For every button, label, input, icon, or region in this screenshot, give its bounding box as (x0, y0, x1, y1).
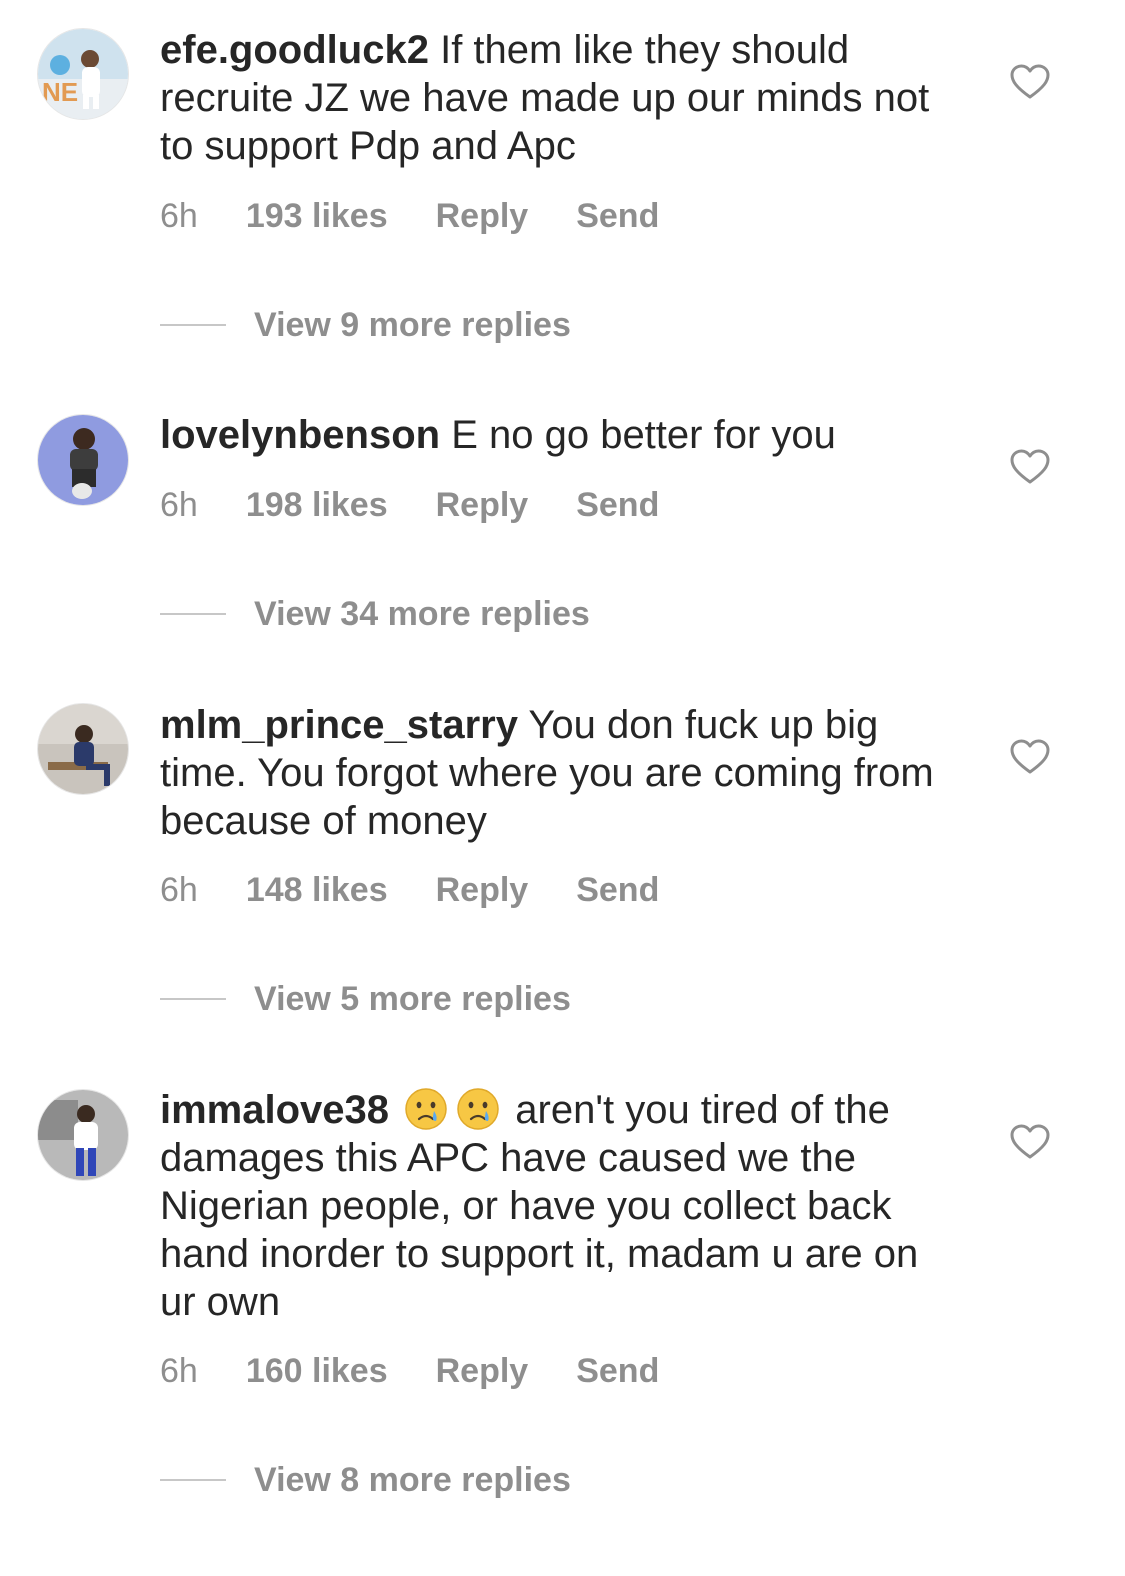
send-button[interactable]: Send (576, 1352, 659, 1390)
comment-username[interactable]: lovelynbenson (160, 413, 440, 457)
send-button[interactable]: Send (576, 197, 659, 235)
crying-face-icon (457, 1088, 499, 1130)
comment-meta: 6h 160 likes Reply Send (160, 1351, 707, 1391)
comment-meta: 6h 198 likes Reply Send (160, 485, 707, 525)
crying-face-icon (405, 1088, 447, 1130)
avatar-image (38, 415, 128, 505)
replies-divider-line (160, 324, 226, 326)
reply-button[interactable]: Reply (436, 1352, 529, 1390)
comment-time: 6h (160, 486, 198, 524)
send-button[interactable]: Send (576, 871, 659, 909)
view-replies-button[interactable]: View 9 more replies (160, 305, 571, 345)
comment-time: 6h (160, 871, 198, 909)
replies-divider-line (160, 1479, 226, 1481)
comment-text: efe.goodluck2 If them like they should r… (160, 26, 950, 170)
comment-time: 6h (160, 197, 198, 235)
view-replies-label: View 9 more replies (254, 306, 571, 344)
reply-button[interactable]: Reply (436, 486, 529, 524)
comment-body: E no go better for you (451, 413, 836, 457)
comment-likes[interactable]: 148 likes (246, 871, 388, 909)
replies-divider-line (160, 613, 226, 615)
avatar-image (38, 704, 128, 794)
comment-username[interactable]: immalove38 (160, 1088, 389, 1132)
avatar[interactable] (37, 414, 129, 506)
reply-button[interactable]: Reply (436, 871, 529, 909)
svg-text:NE: NE (42, 77, 78, 107)
replies-divider-line (160, 998, 226, 1000)
like-heart-icon[interactable] (1010, 739, 1050, 775)
avatar[interactable] (37, 1089, 129, 1181)
avatar-image: NE (38, 29, 128, 119)
send-button[interactable]: Send (576, 486, 659, 524)
avatar-image (38, 1090, 128, 1180)
comment-text: immalove38 aren't you tired of the damag… (160, 1086, 950, 1326)
comment-likes[interactable]: 193 likes (246, 197, 388, 235)
avatar[interactable]: NE (37, 28, 129, 120)
like-heart-icon[interactable] (1010, 449, 1050, 485)
avatar[interactable] (37, 703, 129, 795)
comment-username[interactable]: mlm_prince_starry (160, 703, 518, 747)
comment-meta: 6h 193 likes Reply Send (160, 196, 707, 236)
comment-username[interactable]: efe.goodluck2 (160, 28, 429, 72)
comment-meta: 6h 148 likes Reply Send (160, 870, 707, 910)
view-replies-button[interactable]: View 34 more replies (160, 594, 590, 634)
view-replies-label: View 5 more replies (254, 980, 571, 1018)
comment-text: mlm_prince_starry You don fuck up big ti… (160, 701, 950, 845)
like-heart-icon[interactable] (1010, 1124, 1050, 1160)
view-replies-button[interactable]: View 5 more replies (160, 979, 571, 1019)
comment-time: 6h (160, 1352, 198, 1390)
like-heart-icon[interactable] (1010, 64, 1050, 100)
reply-button[interactable]: Reply (436, 197, 529, 235)
comment-text: lovelynbenson E no go better for you (160, 411, 950, 459)
comment-likes[interactable]: 198 likes (246, 486, 388, 524)
comment-likes[interactable]: 160 likes (246, 1352, 388, 1390)
view-replies-button[interactable]: View 8 more replies (160, 1460, 571, 1500)
view-replies-label: View 34 more replies (254, 595, 590, 633)
view-replies-label: View 8 more replies (254, 1461, 571, 1499)
